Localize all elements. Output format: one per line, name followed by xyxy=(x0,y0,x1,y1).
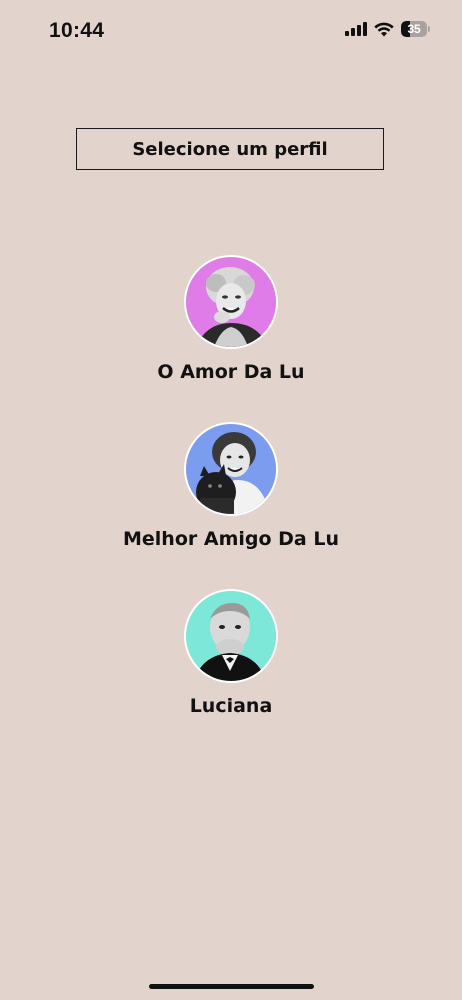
battery-icon: 35 xyxy=(401,21,430,37)
profile-name: Melhor Amigo Da Lu xyxy=(123,528,339,550)
girl-with-dog-portrait-icon xyxy=(186,424,276,514)
status-time: 10:44 xyxy=(49,19,105,42)
avatar[interactable] xyxy=(184,255,278,349)
battery-percent: 35 xyxy=(407,22,421,36)
man-in-suit-portrait-icon xyxy=(186,591,276,681)
profile-item-luciana[interactable]: Luciana xyxy=(0,589,462,717)
profile-name: Luciana xyxy=(189,695,273,717)
cellular-signal-icon xyxy=(345,22,367,36)
profile-item-o-amor-da-lu[interactable]: O Amor Da Lu xyxy=(0,255,462,383)
page-title: Selecione um perfil xyxy=(76,128,384,170)
profile-name: O Amor Da Lu xyxy=(157,361,305,383)
home-indicator[interactable] xyxy=(149,984,314,989)
status-bar: 10:44 35 xyxy=(0,0,462,62)
wifi-icon xyxy=(374,22,394,36)
woman-portrait-icon xyxy=(186,257,276,347)
avatar[interactable] xyxy=(184,589,278,683)
status-icons: 35 xyxy=(345,21,430,37)
profile-item-melhor-amigo-da-lu[interactable]: Melhor Amigo Da Lu xyxy=(0,422,462,550)
avatar[interactable] xyxy=(184,422,278,516)
